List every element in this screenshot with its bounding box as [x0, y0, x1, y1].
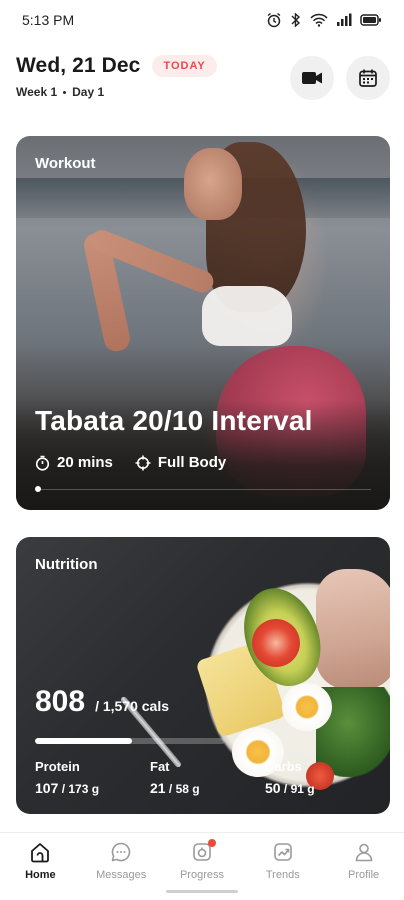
home-icon	[31, 843, 50, 863]
workout-title: Tabata 20/10 Interval	[35, 405, 313, 436]
focus-text: Full Body	[157, 454, 227, 471]
alarm-icon	[267, 12, 281, 28]
macro-name: Fat	[150, 759, 170, 774]
macro-fat: Fat 21 / 58 g	[150, 759, 265, 796]
food-egg	[282, 683, 332, 731]
duration-text: 20 mins	[57, 454, 113, 471]
status-bar: 5:13 PM	[0, 0, 404, 40]
macro-value: 21 / 58 g	[150, 780, 265, 796]
nutrition-card[interactable]: Nutrition 808 / 1,570 cals Protein 107 /…	[16, 537, 390, 814]
macro-protein: Protein 107 / 173 g	[35, 759, 150, 796]
macro-goal: / 173 g	[58, 782, 100, 796]
today-badge: TODAY	[152, 55, 217, 77]
nutrition-label: Nutrition	[35, 556, 98, 573]
calories-progress-fill	[35, 738, 132, 744]
calendar-icon	[359, 69, 377, 87]
status-icons	[266, 12, 382, 28]
trends-icon	[273, 843, 292, 861]
calories-value: 808	[35, 685, 86, 718]
macro-goal: / 58 g	[165, 782, 200, 796]
day-label: Day 1	[72, 85, 105, 99]
separator-dot	[63, 90, 67, 94]
nav-label: Trends	[265, 869, 300, 881]
date-title: Wed, 21 Dec	[16, 54, 141, 77]
workout-photo-top	[202, 286, 292, 346]
nav-label: Profile	[347, 869, 380, 881]
bluetooth-icon	[291, 12, 301, 28]
carousel-track	[35, 489, 371, 490]
nav-item-trends[interactable]: Trends	[242, 833, 323, 900]
duration-meta: 20 mins	[35, 454, 113, 471]
macro-goal: / 91 g	[280, 782, 315, 796]
signal-icon	[337, 13, 352, 26]
calories-row: 808 / 1,570 cals	[35, 685, 169, 719]
food-meat	[316, 569, 390, 689]
macro-name: Protein	[35, 759, 80, 774]
focus-meta: Full Body	[135, 454, 226, 471]
workout-meta: 20 mins Full Body	[35, 454, 226, 471]
macro-amount: 107	[35, 780, 59, 796]
stopwatch-icon	[35, 455, 50, 471]
macro-value: 50 / 91 g	[265, 780, 380, 796]
video-camera-icon	[302, 72, 322, 84]
carousel-indicator-dot[interactable]	[35, 486, 41, 492]
video-call-button[interactable]	[290, 56, 334, 100]
food-tomato	[252, 619, 300, 667]
profile-icon	[355, 843, 372, 862]
header-actions	[290, 56, 390, 100]
macro-amount: 21	[150, 780, 166, 796]
workout-label: Workout	[35, 155, 96, 172]
nav-label: Home	[25, 869, 56, 881]
nav-item-messages[interactable]: Messages	[81, 833, 162, 900]
nav-item-profile[interactable]: Profile	[323, 833, 404, 900]
chat-bubble-icon	[111, 842, 131, 862]
calories-goal: / 1,570 cals	[95, 698, 170, 714]
target-icon	[135, 455, 151, 470]
calendar-button[interactable]	[346, 56, 390, 100]
header: Wed, 21 Dec TODAY Week 1 Day 1	[16, 54, 390, 110]
macro-carbs: Carbs 50 / 91 g	[265, 759, 380, 796]
macro-amount: 50	[265, 780, 281, 796]
week-label: Week 1	[16, 85, 58, 99]
status-time: 5:13 PM	[22, 12, 75, 28]
workout-photo-head	[184, 148, 242, 220]
notification-dot	[207, 839, 216, 847]
nav-label: Progress	[179, 869, 224, 881]
wifi-icon	[310, 13, 328, 27]
battery-icon	[360, 14, 381, 26]
workout-card[interactable]: Workout Tabata 20/10 Interval 20 mins Fu…	[16, 136, 390, 510]
nav-label: Messages	[96, 869, 147, 881]
home-indicator	[166, 890, 238, 893]
macro-value: 107 / 173 g	[35, 780, 150, 796]
macros-row: Protein 107 / 173 g Fat 21 / 58 g Carbs …	[35, 759, 380, 796]
nav-item-home[interactable]: Home	[0, 833, 81, 900]
macro-name: Carbs	[265, 759, 302, 774]
calories-progress-bar	[35, 738, 225, 744]
